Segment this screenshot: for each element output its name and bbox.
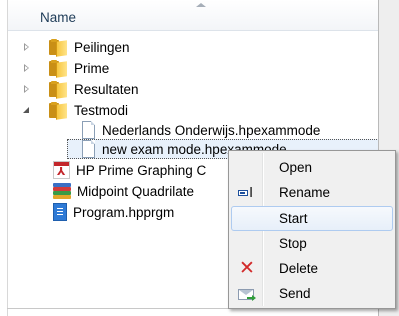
file-explorer-pane: Name Peilingen Prime Resultaten Testmodi… — [0, 0, 399, 316]
tree-item-label: Midpoint Quadrilate — [77, 183, 195, 199]
tree-item-label: Peilingen — [74, 39, 130, 55]
document-icon — [81, 140, 96, 158]
tree-item-nederlands-onderwijs[interactable]: Nederlands Onderwijs.hpexammode — [81, 120, 320, 140]
menu-item-open[interactable]: Open — [231, 155, 393, 180]
tree-item-label: Resultaten — [74, 81, 139, 97]
tree-item-label: HP Prime Graphing C — [76, 162, 207, 178]
menu-item-label: Start — [279, 211, 308, 226]
folder-icon — [49, 101, 68, 120]
column-header-name[interactable]: Name — [8, 0, 378, 31]
menu-item-label: Open — [279, 160, 313, 175]
tree-item-label: Program.hpprgm — [73, 204, 175, 220]
expand-arrow-icon[interactable] — [22, 42, 32, 52]
menu-item-stop[interactable]: Stop — [231, 231, 393, 256]
tree-item-label: Prime — [74, 60, 110, 76]
tree-item-label: Nederlands Onderwijs.hpexammode — [102, 122, 321, 138]
tree-item-hp-prime-graphing[interactable]: ⅄ HP Prime Graphing C — [53, 160, 206, 180]
send-icon — [238, 285, 256, 302]
folder-icon — [49, 80, 68, 99]
tree-item-program[interactable]: Program.hpprgm — [53, 202, 174, 222]
pane-left-border — [7, 0, 8, 316]
menu-item-label: Send — [279, 286, 311, 301]
menu-item-send[interactable]: Send — [231, 281, 393, 306]
menu-item-delete[interactable]: ✕ Delete — [231, 256, 393, 281]
tree-item-peilingen[interactable]: Peilingen — [22, 37, 130, 57]
column-header-label: Name — [40, 10, 77, 25]
delete-icon: ✕ — [239, 258, 255, 279]
sort-ascending-icon — [196, 3, 206, 7]
menu-item-rename[interactable]: I Rename — [231, 180, 393, 205]
menu-item-start[interactable]: Start — [231, 206, 393, 231]
collapse-arrow-icon[interactable] — [22, 105, 32, 115]
tree-item-prime[interactable]: Prime — [22, 58, 109, 78]
program-file-icon — [53, 203, 67, 221]
tree-item-resultaten[interactable]: Resultaten — [22, 79, 139, 99]
pdf-icon: ⅄ — [53, 161, 70, 179]
tree-item-midpoint-quadrilate[interactable]: Midpoint Quadrilate — [53, 181, 194, 201]
menu-item-label: Stop — [279, 236, 307, 251]
expand-arrow-icon[interactable] — [22, 84, 32, 94]
menu-item-label: Rename — [279, 185, 331, 200]
rename-icon: I — [238, 184, 256, 201]
tree-item-testmodi[interactable]: Testmodi — [22, 100, 128, 120]
folder-icon — [49, 59, 68, 78]
expand-arrow-icon[interactable] — [22, 63, 32, 73]
books-icon — [53, 182, 71, 200]
document-icon — [81, 121, 96, 139]
tree-item-label: Testmodi — [74, 102, 129, 118]
menu-item-label: Delete — [279, 261, 319, 276]
folder-icon — [49, 38, 68, 57]
context-menu: Open I Rename Start Stop ✕ Delete Send — [228, 150, 396, 309]
